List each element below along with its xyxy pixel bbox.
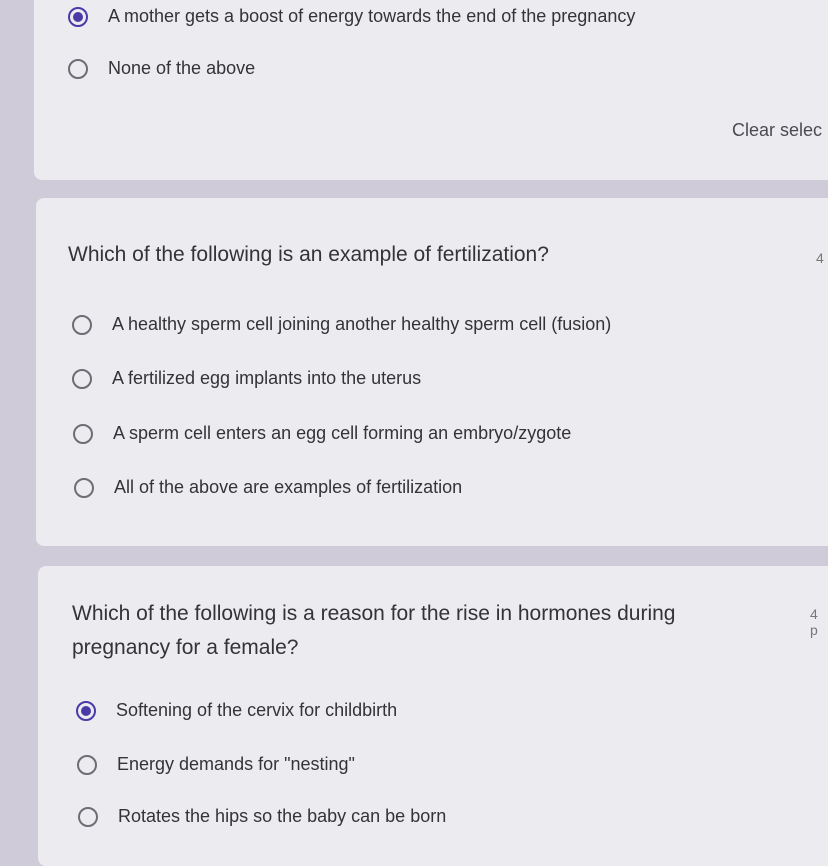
q2-option-3[interactable]: A sperm cell enters an egg cell forming … (73, 423, 571, 444)
radio-button-selected[interactable] (76, 700, 96, 721)
question-3-title-line-1: Which of the following is a reason for t… (72, 602, 676, 625)
option-label: A fertilized egg implants into the uteru… (112, 368, 422, 388)
radio-button[interactable] (74, 477, 94, 498)
clear-selection-button[interactable]: Clear selec (732, 120, 822, 141)
option-label: All of the above are examples of fertili… (114, 477, 463, 497)
question-2-title: Which of the following is an example of … (68, 243, 549, 266)
radio-button[interactable] (72, 368, 92, 389)
radio-button[interactable] (72, 314, 92, 335)
question-2-points: 4 (816, 250, 824, 266)
option-label: Energy demands for "nesting" (117, 754, 355, 774)
option-label: None of the above (108, 58, 256, 78)
radio-button[interactable] (78, 806, 98, 827)
option-label: Rotates the hips so the baby can be born (118, 806, 447, 826)
question-3-points: 4 p (810, 606, 818, 638)
question-3-title: Which of the following is a reason for t… (72, 597, 675, 665)
q2-option-4[interactable]: All of the above are examples of fertili… (74, 477, 462, 498)
q1-option-1[interactable]: A mother gets a boost of energy towards … (68, 6, 635, 27)
radio-button[interactable] (73, 423, 93, 444)
q2-option-2[interactable]: A fertilized egg implants into the uteru… (72, 368, 421, 389)
q3-option-3[interactable]: Rotates the hips so the baby can be born (78, 806, 446, 827)
question-card-1 (34, 0, 828, 180)
option-label: A healthy sperm cell joining another hea… (112, 314, 612, 334)
q2-option-1[interactable]: A healthy sperm cell joining another hea… (72, 314, 611, 335)
q3-option-2[interactable]: Energy demands for "nesting" (77, 754, 355, 775)
option-label: Softening of the cervix for childbirth (116, 700, 398, 720)
radio-button-selected[interactable] (68, 6, 88, 27)
option-label: A mother gets a boost of energy towards … (108, 6, 636, 26)
radio-button[interactable] (77, 754, 97, 775)
radio-button[interactable] (68, 58, 88, 79)
question-3-title-line-2: pregnancy for a female? (72, 636, 299, 659)
option-label: A sperm cell enters an egg cell forming … (113, 423, 572, 443)
q1-option-2[interactable]: None of the above (68, 58, 255, 79)
q3-option-1[interactable]: Softening of the cervix for childbirth (76, 700, 397, 721)
